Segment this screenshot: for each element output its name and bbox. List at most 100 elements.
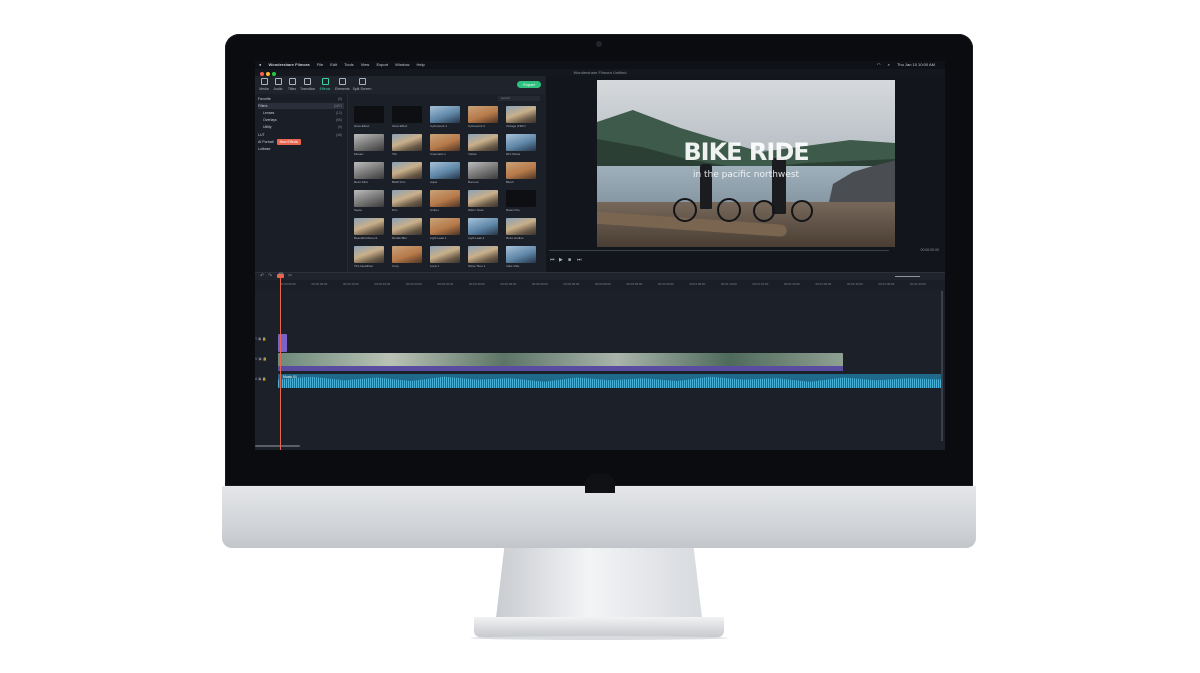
apple-menu-icon[interactable]: ●	[259, 62, 261, 67]
preview-scrubber[interactable]	[549, 250, 889, 251]
effect-tile[interactable]: Vintage (1967)	[506, 106, 536, 130]
sidebar-item-overlays[interactable]: Overlays (55)	[258, 117, 344, 123]
effect-tile[interactable]: Amber	[430, 190, 460, 214]
effect-thumbnail	[468, 106, 498, 123]
timeline-vscrollbar[interactable]	[941, 291, 943, 441]
ruler-tick-label: 00:00:10:00	[343, 282, 359, 286]
menu-help[interactable]: Help	[417, 62, 425, 67]
audio-icon	[274, 78, 282, 85]
sidebar-item-favorite[interactable]: Favorite (0)	[258, 96, 344, 102]
clock[interactable]: Thu Jan 10 10:00 AM	[897, 62, 935, 67]
tab-titles[interactable]: Titles	[285, 78, 299, 91]
effect-tile[interactable]: Yellow	[468, 134, 498, 158]
effect-tile[interactable]: Luca 1	[430, 246, 460, 270]
effect-tile[interactable]: Blush	[506, 162, 536, 186]
preview-timecode: 00:00:00:00	[920, 248, 940, 252]
effect-tile[interactable]: Dawn Fire	[506, 190, 536, 214]
search-input[interactable]: search	[498, 96, 540, 101]
play-button[interactable]: ▶	[559, 257, 563, 263]
foot-shadow	[470, 636, 728, 640]
effect-tile[interactable]: Glow Effect	[354, 106, 384, 130]
ruler-tick-label: 00:00:50:00	[595, 282, 611, 286]
menu-view[interactable]: View	[361, 62, 370, 67]
effect-thumbnail	[468, 218, 498, 235]
media-icon	[260, 78, 268, 85]
effect-thumbnail	[354, 134, 384, 151]
audio-clip[interactable]	[278, 374, 943, 388]
effect-tile[interactable]: Rehab Blur	[392, 218, 422, 242]
effect-tile[interactable]: 70's Headliner	[354, 246, 384, 270]
tab-elements[interactable]: Elements	[335, 78, 350, 91]
effect-tile[interactable]: Light Leak 1	[430, 218, 460, 242]
app-menu[interactable]: Wondershare Filmora	[269, 62, 310, 67]
effect-thumbnail	[392, 218, 422, 235]
effect-tile[interactable]: Indie Vibe	[506, 246, 536, 270]
effect-tile[interactable]: Light Leak 2	[468, 218, 498, 242]
video-title-text: BIKE RIDE	[683, 138, 809, 166]
menu-edit[interactable]: Edit	[330, 62, 337, 67]
effect-label: Aqua	[430, 180, 438, 184]
prev-frame-button[interactable]: ⏮	[550, 257, 555, 263]
effect-tile[interactable]: B&W Film	[392, 162, 422, 186]
redo-icon[interactable]: ↷	[268, 273, 272, 279]
timeline-hscrollbar[interactable]	[255, 445, 300, 447]
sidebar-item-lut[interactable]: LUT (48)	[258, 132, 344, 138]
tab-transition[interactable]: Transition	[300, 78, 315, 91]
undo-icon[interactable]: ↶	[260, 273, 264, 279]
sidebar-item-filters[interactable]: Filters (187)	[258, 103, 344, 109]
effect-label: Glow Effect	[354, 124, 370, 128]
tab-split-screen[interactable]: Split Screen	[352, 78, 372, 91]
effect-tile[interactable]: 70s	[392, 134, 422, 158]
effect-tile[interactable]: Beautiful Moment	[354, 218, 384, 242]
effect-tile[interactable]: Burnout	[468, 162, 498, 186]
effect-thumbnail	[354, 190, 384, 207]
menu-tools[interactable]: Tools	[344, 62, 353, 67]
effect-tile[interactable]: 90's Movie	[506, 134, 536, 158]
zoom-slider[interactable]	[895, 276, 920, 277]
sidebar-item-ai-portrait[interactable]: AI Portrait New Effects	[258, 139, 344, 145]
ruler-tick-label: 00:00:40:00	[532, 282, 548, 286]
effect-tile[interactable]: Retro Hotline	[506, 218, 536, 242]
cut-icon[interactable]: ✂	[288, 273, 292, 279]
sidebar-item-lenses[interactable]: Lenses (12)	[258, 110, 344, 116]
effect-tile[interactable]: Cyberpunk 1	[430, 106, 460, 130]
effect-tile[interactable]: Retro Mist	[354, 162, 384, 186]
tab-effects[interactable]: Effects	[318, 78, 332, 91]
effect-thumbnail	[430, 218, 460, 235]
imac-foot	[474, 617, 724, 637]
window-title: Wondershare Filmora Untitled	[573, 70, 627, 75]
effect-tile[interactable]: Cozy	[392, 246, 422, 270]
elements-icon	[338, 78, 346, 85]
export-button[interactable]: Export	[517, 81, 541, 88]
effect-tile[interactable]: Aqua	[430, 162, 460, 186]
search-icon[interactable]: ⌕	[888, 62, 890, 67]
stop-button[interactable]: ■	[568, 257, 571, 263]
preview-video[interactable]: BIKE RIDE in the pacific northwest	[597, 80, 895, 247]
tab-media[interactable]: Media	[257, 78, 271, 91]
effect-tile[interactable]: Glow Effect	[392, 106, 422, 130]
effect-thumbnail	[506, 190, 536, 207]
wifi-icon[interactable]: ◠	[877, 62, 881, 67]
tab-audio[interactable]: Audio	[271, 78, 285, 91]
effect-tile[interactable]: Show Time 1	[468, 246, 498, 270]
effect-thumbnail	[392, 106, 422, 123]
effect-thumbnail	[392, 246, 422, 263]
effect-label: Burnout	[468, 180, 479, 184]
video-subtitle-text: in the pacific northwest	[692, 170, 800, 180]
sidebar-item-utility[interactable]: Utility (9)	[258, 124, 344, 130]
ruler-tick-label: 00:00:15:00	[374, 282, 391, 286]
effect-label: Luca 1	[430, 264, 440, 268]
effect-tile[interactable]: Cinematic 1	[430, 134, 460, 158]
sidebar-item-lutbase[interactable]: Lutbase	[258, 146, 344, 152]
effect-tile[interactable]: Warm Glow	[468, 190, 498, 214]
effect-tile[interactable]: Mosaic	[354, 134, 384, 158]
effect-tile[interactable]: Dim	[392, 190, 422, 214]
playhead[interactable]	[280, 276, 281, 450]
menu-export[interactable]: Export	[376, 62, 388, 67]
effect-thumbnail	[430, 106, 460, 123]
menu-file[interactable]: File	[317, 62, 323, 67]
effect-tile[interactable]: Sepia	[354, 190, 384, 214]
effect-tile[interactable]: Cyberpunk 2	[468, 106, 498, 130]
next-frame-button[interactable]: ⏭	[577, 257, 582, 263]
menu-window[interactable]: Window	[395, 62, 409, 67]
